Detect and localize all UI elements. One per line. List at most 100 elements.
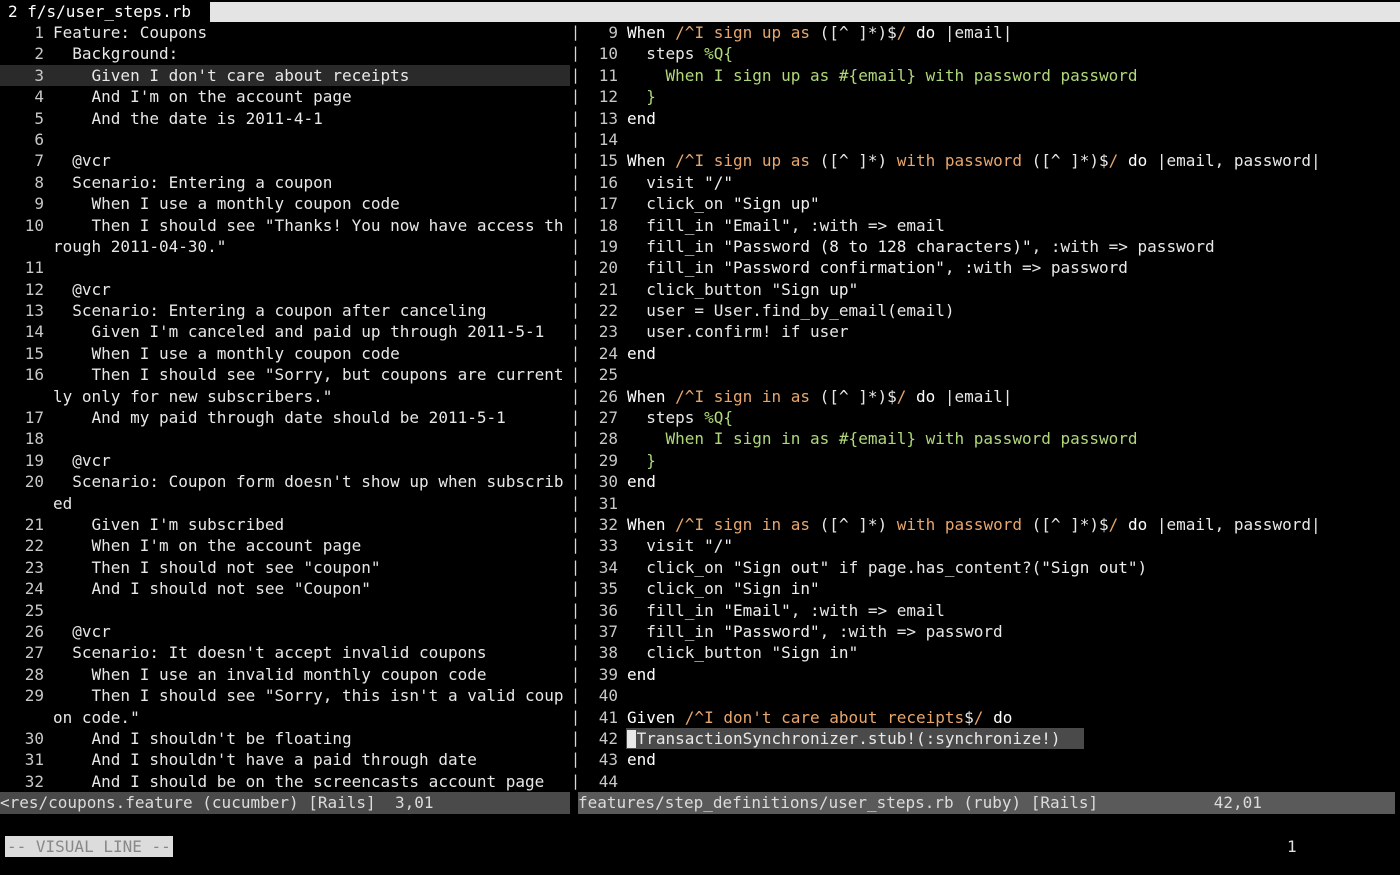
code-line[interactable]: 6 xyxy=(0,129,570,150)
vertical-split-separator[interactable]: | | | | | | | | | | | | | | | | | | | | | | | | | | | | | | | | | | | | xyxy=(571,22,581,792)
code-line-wrap[interactable]: ly only for new subscribers." xyxy=(0,386,570,407)
code-line[interactable]: 42 TransactionSynchronizer.stub!(:synchr… xyxy=(578,727,1400,750)
code-line[interactable]: 35 click_on "Sign in" xyxy=(578,578,1400,599)
code-line[interactable]: 16 visit "/" xyxy=(578,172,1400,193)
code-line[interactable]: 22 When I'm on the account page xyxy=(0,535,570,556)
line-text: } xyxy=(618,450,656,471)
token-kw: When xyxy=(627,23,676,42)
code-line[interactable]: 4 And I'm on the account page xyxy=(0,86,570,107)
code-line[interactable]: 2 Background: xyxy=(0,43,570,64)
code-line-wrap[interactable]: on code." xyxy=(0,707,570,728)
code-line[interactable]: 31 xyxy=(578,493,1400,514)
code-line[interactable]: 11 xyxy=(0,257,570,278)
separator-bar: | xyxy=(571,493,581,512)
token-str: "/" xyxy=(704,536,733,556)
code-line[interactable]: 25 xyxy=(578,364,1400,385)
token-sym: ([^ ]*) xyxy=(819,514,888,534)
code-line[interactable]: 29 Then I should see "Sorry, this isn't … xyxy=(0,685,570,706)
code-line[interactable]: 15 When /^I sign up as ([^ ]*) with passw… xyxy=(578,150,1400,171)
separator-bar: | xyxy=(571,771,581,790)
code-line[interactable]: 21 click_button "Sign up" xyxy=(578,279,1400,300)
line-number: 4 xyxy=(34,87,44,107)
code-line[interactable]: 32 And I should be on the screencasts ac… xyxy=(0,771,570,792)
code-line[interactable]: 7 @vcr xyxy=(0,150,570,171)
code-line[interactable]: 14 xyxy=(578,129,1400,150)
code-line[interactable]: 41 Given /^I don't care about receipts$/ … xyxy=(578,707,1400,728)
code-line[interactable]: 38 click_button "Sign in" xyxy=(578,642,1400,663)
code-line[interactable]: 22 user = User.find_by_email(email) xyxy=(578,300,1400,321)
code-line[interactable]: 23 Then I should not see "coupon" xyxy=(0,557,570,578)
code-line[interactable]: 18 xyxy=(0,428,570,449)
code-line[interactable]: 8 Scenario: Entering a coupon xyxy=(0,172,570,193)
code-line[interactable]: 24 end xyxy=(578,343,1400,364)
code-line[interactable]: 1 Feature: Coupons xyxy=(0,22,570,43)
line-number: 26 xyxy=(24,621,44,641)
status-line-right: features/step_definitions/user_steps.rb … xyxy=(578,792,1395,814)
code-line[interactable]: 26 When /^I sign in as ([^ ]*)$/ do |emai… xyxy=(578,386,1400,407)
code-line[interactable]: 37 fill_in "Password", :with => password xyxy=(578,621,1400,642)
code-line[interactable]: 9 When /^I sign up as ([^ ]*)$/ do |email… xyxy=(578,22,1400,43)
code-line[interactable]: 30 end xyxy=(578,471,1400,492)
code-line[interactable]: 25 xyxy=(0,600,570,621)
code-line[interactable]: 26 @vcr xyxy=(0,621,570,642)
code-line[interactable]: 40 xyxy=(578,685,1400,706)
code-line[interactable]: 30 And I shouldn't be floating xyxy=(0,728,570,749)
code-line[interactable]: 24 And I should not see "Coupon" xyxy=(0,578,570,599)
code-line[interactable]: 36 fill_in "Email", :with => email xyxy=(578,600,1400,621)
code-line[interactable]: 19 @vcr xyxy=(0,450,570,471)
code-line[interactable]: 12 } xyxy=(578,86,1400,107)
code-line[interactable]: 31 And I shouldn't have a paid through d… xyxy=(0,749,570,770)
code-line[interactable]: 19 fill_in "Password (8 to 128 character… xyxy=(578,236,1400,257)
line-text: When /^I sign in as ([^ ]*)$/ do |email| xyxy=(618,386,1012,407)
line-number: 33 xyxy=(598,536,618,556)
code-line[interactable]: 13 Scenario: Entering a coupon after can… xyxy=(0,300,570,321)
code-line[interactable]: 9 When I use a monthly coupon code xyxy=(0,193,570,214)
code-line[interactable]: 21 Given I'm subscribed xyxy=(0,514,570,535)
code-line[interactable]: 29 } xyxy=(578,450,1400,471)
editor-pane-coupons-feature[interactable]: 1 Feature: Coupons 2 Background: 3 Given I … xyxy=(0,22,570,792)
token-sym: ) xyxy=(1137,557,1148,577)
code-line[interactable]: 16 Then I should see "Sorry, but coupons… xyxy=(0,364,570,385)
code-line[interactable]: 18 fill_in "Email", :with => email xyxy=(578,215,1400,236)
code-line[interactable]: 33 visit "/" xyxy=(578,535,1400,556)
code-line[interactable]: 3 Given I don't care about receipts xyxy=(0,64,570,87)
code-line[interactable]: 13 end xyxy=(578,108,1400,129)
code-line[interactable]: 39 end xyxy=(578,664,1400,685)
token-str: "Sign up" xyxy=(771,279,859,299)
editor-pane-user-steps[interactable]: 9 When /^I sign up as ([^ ]*)$/ do |email… xyxy=(578,22,1400,792)
code-line[interactable]: 44 xyxy=(578,771,1400,792)
line-text: user.confirm! if user xyxy=(618,321,848,342)
code-line[interactable]: 28 When I sign in as #{email} with passw… xyxy=(578,428,1400,449)
code-line[interactable]: 12 @vcr xyxy=(0,279,570,300)
separator-bar: | xyxy=(571,108,581,127)
code-line-wrap[interactable]: rough 2011-04-30." xyxy=(0,236,570,257)
code-line[interactable]: 27 Scenario: It doesn't accept invalid c… xyxy=(0,642,570,663)
code-line[interactable]: 11 When I sign up as #{email} with passw… xyxy=(578,65,1400,86)
code-line-wrap[interactable]: ed xyxy=(0,493,570,514)
token-kw: end xyxy=(627,343,656,363)
status-line-left: <res/coupons.feature (cucumber) [Rails] … xyxy=(0,792,570,814)
separator-bar: | xyxy=(571,707,581,726)
code-line[interactable]: 5 And the date is 2011-4-1 xyxy=(0,108,570,129)
code-line[interactable]: 20 fill_in "Password confirmation", :wit… xyxy=(578,257,1400,278)
code-line[interactable]: 14 Given I'm canceled and paid up throug… xyxy=(0,321,570,342)
code-line[interactable]: 20 Scenario: Coupon form doesn't show up… xyxy=(0,471,570,492)
code-line[interactable]: 27 steps %Q{ xyxy=(578,407,1400,428)
token-kw: end xyxy=(627,472,656,492)
token-sym: steps xyxy=(627,44,705,64)
tab-user-steps[interactable]: 2 f/s/user_steps.rb xyxy=(8,1,191,22)
code-line[interactable]: 15 When I use a monthly coupon code xyxy=(0,343,570,364)
code-line[interactable]: 32 When /^I sign in as ([^ ]*) with passw… xyxy=(578,514,1400,535)
code-line[interactable]: 17 And my paid through date should be 20… xyxy=(0,407,570,428)
code-line[interactable]: 34 click_on "Sign out" if page.has_conte… xyxy=(578,557,1400,578)
code-line[interactable]: 17 click_on "Sign up" xyxy=(578,193,1400,214)
line-text: Given I'm canceled and paid up through 2… xyxy=(53,322,545,342)
code-line[interactable]: 28 When I use an invalid monthly coupon … xyxy=(0,664,570,685)
code-line[interactable]: 10 Then I should see "Thanks! You now ha… xyxy=(0,215,570,236)
code-line[interactable]: 43 end xyxy=(578,749,1400,770)
separator-bar: | xyxy=(571,172,581,191)
code-line[interactable]: 23 user.confirm! if user xyxy=(578,321,1400,342)
code-line[interactable]: 10 steps %Q{ xyxy=(578,43,1400,64)
line-text: When I sign in as #{email} with password… xyxy=(618,428,1138,449)
token-kw: Given xyxy=(627,707,685,727)
